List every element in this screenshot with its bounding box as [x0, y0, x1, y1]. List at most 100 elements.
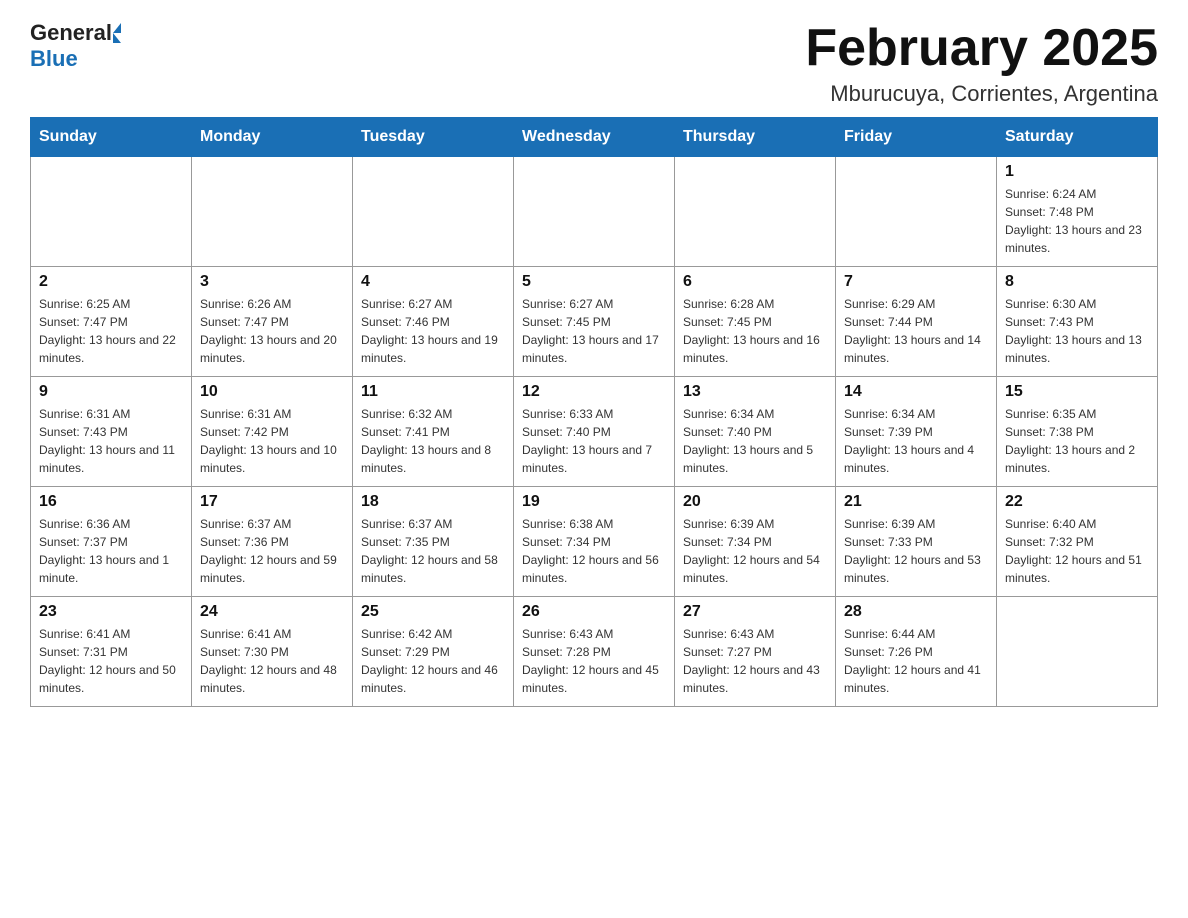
calendar-cell: 11Sunrise: 6:32 AMSunset: 7:41 PMDayligh… [353, 377, 514, 487]
day-info: Sunrise: 6:37 AMSunset: 7:36 PMDaylight:… [200, 515, 344, 587]
calendar-cell: 28 Sunrise: 6:44 AMSunset: 7:26 PMDayligh… [836, 597, 997, 707]
calendar-cell: 26 Sunrise: 6:43 AMSunset: 7:28 PMDayligh… [514, 597, 675, 707]
day-info: Sunrise: 6:35 AMSunset: 7:38 PMDaylight:… [1005, 405, 1149, 477]
calendar-cell: 3 Sunrise: 6:26 AMSunset: 7:47 PMDaylight… [192, 267, 353, 377]
day-number: 10 [200, 383, 344, 401]
logo-general-text: General [30, 20, 112, 46]
day-info: Sunrise: 6:43 AMSunset: 7:28 PMDaylight:… [522, 625, 666, 697]
day-info: Sunrise: 6:37 AMSunset: 7:35 PMDaylight:… [361, 515, 505, 587]
weekday-header-row: SundayMondayTuesdayWednesdayThursdayFrid… [31, 118, 1158, 157]
calendar-cell: 19 Sunrise: 6:38 AMSunset: 7:34 PMDayligh… [514, 487, 675, 597]
calendar-cell [675, 157, 836, 267]
day-info: Sunrise: 6:39 AMSunset: 7:34 PMDaylight:… [683, 515, 827, 587]
weekday-header-tuesday: Tuesday [353, 118, 514, 157]
day-number: 27 [683, 603, 827, 621]
day-info: Sunrise: 6:36 AMSunset: 7:37 PMDaylight:… [39, 515, 183, 587]
day-number: 13 [683, 383, 827, 401]
day-info: Sunrise: 6:25 AMSunset: 7:47 PMDaylight:… [39, 295, 183, 367]
calendar-week-1: 1 Sunrise: 6:24 AMSunset: 7:48 PMDaylight… [31, 157, 1158, 267]
day-number: 11 [361, 383, 505, 401]
calendar-cell: 12Sunrise: 6:33 AMSunset: 7:40 PMDayligh… [514, 377, 675, 487]
day-info: Sunrise: 6:34 AMSunset: 7:39 PMDaylight:… [844, 405, 988, 477]
calendar-cell: 24 Sunrise: 6:41 AMSunset: 7:30 PMDayligh… [192, 597, 353, 707]
day-number: 19 [522, 493, 666, 511]
day-number: 21 [844, 493, 988, 511]
calendar-title: February 2025 [805, 20, 1158, 77]
day-number: 4 [361, 273, 505, 291]
calendar-cell: 17Sunrise: 6:37 AMSunset: 7:36 PMDayligh… [192, 487, 353, 597]
day-info: Sunrise: 6:31 AMSunset: 7:43 PMDaylight:… [39, 405, 183, 477]
day-info: Sunrise: 6:28 AMSunset: 7:45 PMDaylight:… [683, 295, 827, 367]
day-info: Sunrise: 6:27 AMSunset: 7:46 PMDaylight:… [361, 295, 505, 367]
day-number: 5 [522, 273, 666, 291]
calendar-cell: 16 Sunrise: 6:36 AMSunset: 7:37 PMDayligh… [31, 487, 192, 597]
day-number: 24 [200, 603, 344, 621]
calendar-cell: 22Sunrise: 6:40 AMSunset: 7:32 PMDayligh… [997, 487, 1158, 597]
calendar-cell: 21 Sunrise: 6:39 AMSunset: 7:33 PMDayligh… [836, 487, 997, 597]
day-info: Sunrise: 6:30 AMSunset: 7:43 PMDaylight:… [1005, 295, 1149, 367]
calendar-cell: 15 Sunrise: 6:35 AMSunset: 7:38 PMDayligh… [997, 377, 1158, 487]
calendar-week-3: 9Sunrise: 6:31 AMSunset: 7:43 PMDaylight… [31, 377, 1158, 487]
calendar-cell: 9Sunrise: 6:31 AMSunset: 7:43 PMDaylight… [31, 377, 192, 487]
weekday-header-sunday: Sunday [31, 118, 192, 157]
calendar-cell [353, 157, 514, 267]
day-info: Sunrise: 6:33 AMSunset: 7:40 PMDaylight:… [522, 405, 666, 477]
day-number: 1 [1005, 163, 1149, 181]
calendar-week-5: 23Sunrise: 6:41 AMSunset: 7:31 PMDayligh… [31, 597, 1158, 707]
calendar-cell: 8 Sunrise: 6:30 AMSunset: 7:43 PMDaylight… [997, 267, 1158, 377]
logo-arrow-icon [113, 23, 121, 43]
day-info: Sunrise: 6:38 AMSunset: 7:34 PMDaylight:… [522, 515, 666, 587]
day-info: Sunrise: 6:43 AMSunset: 7:27 PMDaylight:… [683, 625, 827, 697]
calendar-header: SundayMondayTuesdayWednesdayThursdayFrid… [31, 118, 1158, 157]
calendar-cell: 5Sunrise: 6:27 AMSunset: 7:45 PMDaylight… [514, 267, 675, 377]
calendar-cell [997, 597, 1158, 707]
day-number: 6 [683, 273, 827, 291]
day-number: 15 [1005, 383, 1149, 401]
calendar-cell: 2Sunrise: 6:25 AMSunset: 7:47 PMDaylight… [31, 267, 192, 377]
calendar-cell [514, 157, 675, 267]
calendar-cell: 7Sunrise: 6:29 AMSunset: 7:44 PMDaylight… [836, 267, 997, 377]
day-info: Sunrise: 6:31 AMSunset: 7:42 PMDaylight:… [200, 405, 344, 477]
weekday-header-monday: Monday [192, 118, 353, 157]
calendar-subtitle: Mburucuya, Corrientes, Argentina [805, 81, 1158, 107]
day-info: Sunrise: 6:24 AMSunset: 7:48 PMDaylight:… [1005, 185, 1149, 257]
day-info: Sunrise: 6:39 AMSunset: 7:33 PMDaylight:… [844, 515, 988, 587]
title-block: February 2025 Mburucuya, Corrientes, Arg… [805, 20, 1158, 107]
calendar-cell: 13 Sunrise: 6:34 AMSunset: 7:40 PMDayligh… [675, 377, 836, 487]
calendar-cell [836, 157, 997, 267]
day-info: Sunrise: 6:41 AMSunset: 7:30 PMDaylight:… [200, 625, 344, 697]
day-number: 14 [844, 383, 988, 401]
calendar-cell [31, 157, 192, 267]
calendar-cell: 20 Sunrise: 6:39 AMSunset: 7:34 PMDayligh… [675, 487, 836, 597]
calendar-week-2: 2Sunrise: 6:25 AMSunset: 7:47 PMDaylight… [31, 267, 1158, 377]
calendar-cell: 14 Sunrise: 6:34 AMSunset: 7:39 PMDayligh… [836, 377, 997, 487]
weekday-header-saturday: Saturday [997, 118, 1158, 157]
calendar-cell: 10 Sunrise: 6:31 AMSunset: 7:42 PMDayligh… [192, 377, 353, 487]
calendar-cell [192, 157, 353, 267]
day-number: 20 [683, 493, 827, 511]
day-number: 8 [1005, 273, 1149, 291]
calendar-cell: 23Sunrise: 6:41 AMSunset: 7:31 PMDayligh… [31, 597, 192, 707]
calendar-cell: 4 Sunrise: 6:27 AMSunset: 7:46 PMDaylight… [353, 267, 514, 377]
calendar-cell: 1 Sunrise: 6:24 AMSunset: 7:48 PMDaylight… [997, 157, 1158, 267]
day-number: 23 [39, 603, 183, 621]
logo-blue-text: Blue [30, 46, 78, 72]
day-info: Sunrise: 6:29 AMSunset: 7:44 PMDaylight:… [844, 295, 988, 367]
day-number: 18 [361, 493, 505, 511]
weekday-header-friday: Friday [836, 118, 997, 157]
weekday-header-thursday: Thursday [675, 118, 836, 157]
day-number: 25 [361, 603, 505, 621]
day-number: 28 [844, 603, 988, 621]
calendar-body: 1 Sunrise: 6:24 AMSunset: 7:48 PMDaylight… [31, 157, 1158, 707]
day-info: Sunrise: 6:44 AMSunset: 7:26 PMDaylight:… [844, 625, 988, 697]
day-number: 22 [1005, 493, 1149, 511]
day-number: 26 [522, 603, 666, 621]
day-info: Sunrise: 6:34 AMSunset: 7:40 PMDaylight:… [683, 405, 827, 477]
calendar-cell: 18 Sunrise: 6:37 AMSunset: 7:35 PMDayligh… [353, 487, 514, 597]
logo: General Blue [30, 20, 121, 72]
day-number: 3 [200, 273, 344, 291]
day-info: Sunrise: 6:26 AMSunset: 7:47 PMDaylight:… [200, 295, 344, 367]
calendar-cell: 25Sunrise: 6:42 AMSunset: 7:29 PMDayligh… [353, 597, 514, 707]
day-number: 16 [39, 493, 183, 511]
calendar-cell: 6 Sunrise: 6:28 AMSunset: 7:45 PMDaylight… [675, 267, 836, 377]
